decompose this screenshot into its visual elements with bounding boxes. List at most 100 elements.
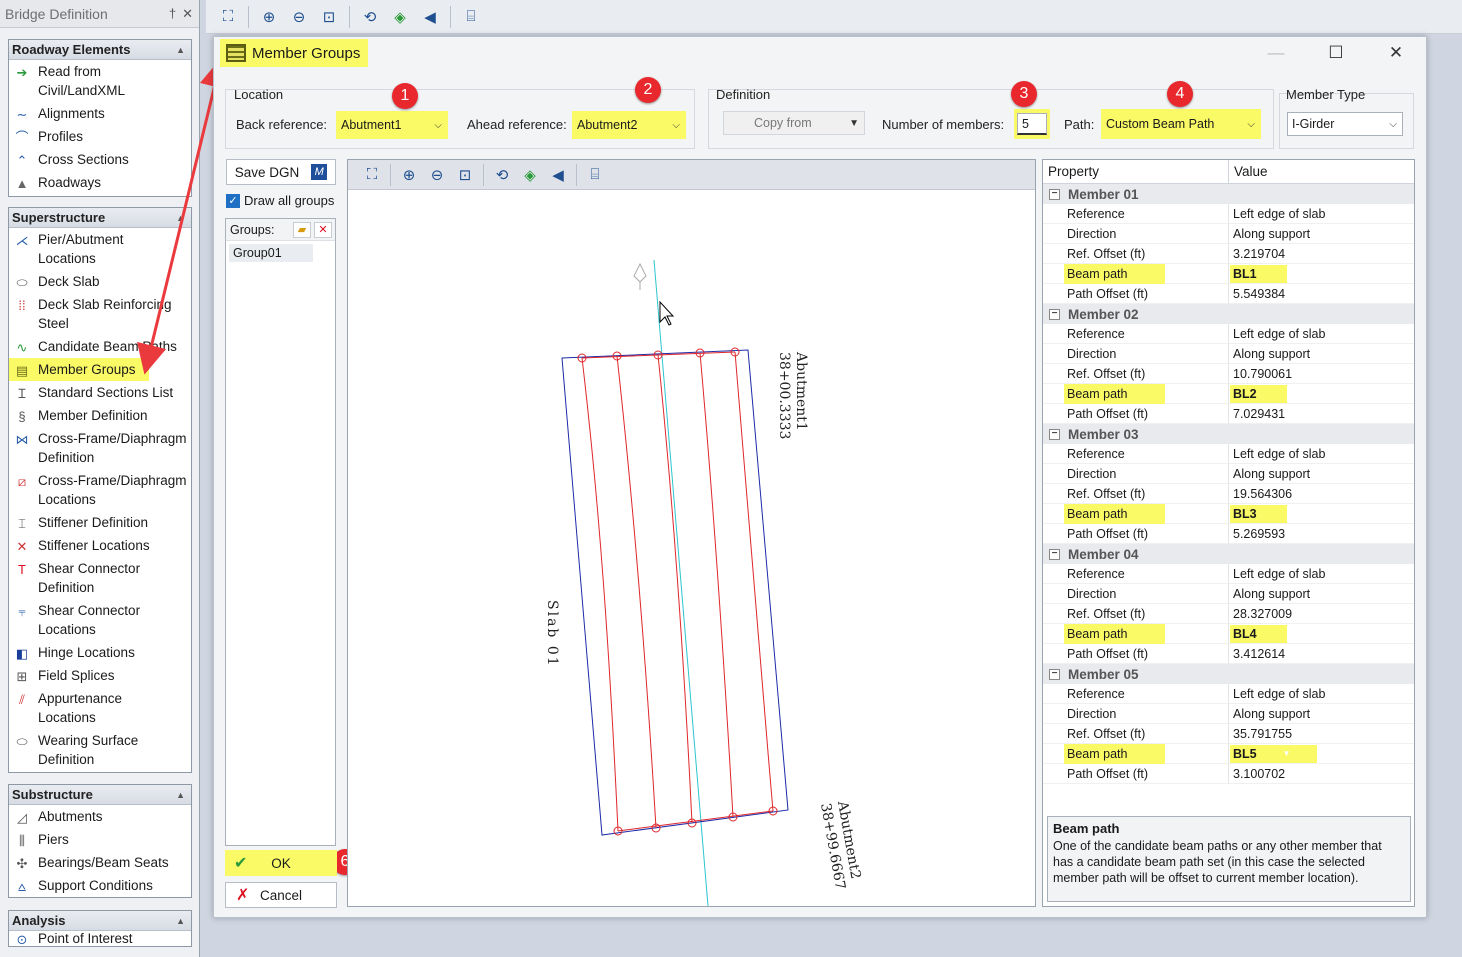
view-cube-icon[interactable]: ◈ [518, 163, 542, 187]
property-name: Path Offset (ft) [1067, 286, 1149, 301]
property-name: Ref. Offset (ft) [1067, 366, 1146, 381]
property-row-beam-path[interactable]: Beam path BL3 [1043, 503, 1414, 524]
zoom-out-icon[interactable]: ⊖ [425, 163, 449, 187]
ahead-reference-label: Ahead reference: [467, 117, 567, 132]
list-item[interactable]: Group01 [229, 244, 313, 262]
delete-group-icon[interactable]: ✕ [314, 221, 332, 238]
property-row-beam-path[interactable]: Beam path BL1 [1043, 263, 1414, 284]
property-name: Direction [1067, 706, 1117, 721]
property-value: Left edge of slab [1233, 326, 1326, 341]
property-value: 28.327009 [1233, 606, 1293, 621]
property-row-reference[interactable]: Reference Left edge of slab [1043, 564, 1414, 584]
property-name: Ref. Offset (ft) [1067, 726, 1146, 741]
property-row-path-offset[interactable]: Path Offset (ft) 5.549384 [1043, 284, 1414, 304]
property-row-ref-offset[interactable]: Ref. Offset (ft) 19.564306 [1043, 484, 1414, 504]
number-of-members-input[interactable]: 5 [1014, 109, 1050, 139]
annotation-arrow [136, 57, 230, 375]
description-title: Beam path [1053, 821, 1120, 836]
property-group-header[interactable]: − Member 03 [1043, 424, 1414, 444]
property-row-direction[interactable]: Direction Along support [1043, 224, 1414, 244]
property-name: Beam path [1064, 743, 1166, 764]
zoom-in-icon[interactable]: ⊕ [397, 163, 421, 187]
ok-button[interactable]: ✔ OK [225, 850, 337, 876]
close-button[interactable]: ✕ [1366, 43, 1426, 63]
property-value: BL4 [1230, 624, 1287, 643]
property-group-header[interactable]: − Member 01 [1043, 184, 1414, 204]
property-value: 5.549384 [1233, 286, 1286, 301]
path-select[interactable]: Custom Beam Path ⌵ [1101, 109, 1261, 139]
property-row-ref-offset[interactable]: Ref. Offset (ft) 28.327009 [1043, 604, 1414, 624]
property-group-header[interactable]: − Member 05 [1043, 664, 1414, 684]
property-value: Along support [1233, 466, 1311, 481]
dialog-title: Member Groups [220, 39, 369, 67]
value-column-header: Value [1228, 160, 1414, 183]
property-name: Direction [1067, 466, 1117, 481]
property-row-direction[interactable]: Direction Along support [1043, 464, 1414, 484]
draw-all-groups-label: Draw all groups [244, 193, 335, 208]
property-name: Beam path [1064, 383, 1166, 404]
collapse-minus-icon[interactable]: − [1049, 308, 1060, 320]
property-row-reference[interactable]: Reference Left edge of slab [1043, 444, 1414, 464]
property-value: 10.790061 [1233, 366, 1293, 381]
camera-icon[interactable]: ◀ [546, 163, 570, 187]
property-row-reference[interactable]: Reference Left edge of slab [1043, 684, 1414, 704]
property-value: Left edge of slab [1233, 566, 1326, 581]
collapse-minus-icon[interactable]: − [1049, 668, 1060, 680]
collapse-minus-icon[interactable]: − [1049, 548, 1060, 560]
property-value: Along support [1233, 226, 1311, 241]
property-row-path-offset[interactable]: Path Offset (ft) 3.412614 [1043, 644, 1414, 664]
measure-icon[interactable]: ⌸ [583, 163, 607, 187]
property-row-reference[interactable]: Reference Left edge of slab [1043, 324, 1414, 344]
ahead-reference-select[interactable]: Abutment2 ⌵ [572, 111, 686, 139]
member-name: Member 05 [1068, 666, 1139, 682]
property-row-path-offset[interactable]: Path Offset (ft) 7.029431 [1043, 404, 1414, 424]
property-group-header[interactable]: − Member 04 [1043, 544, 1414, 564]
checkmark-icon: ✓ [226, 193, 240, 208]
abutment1-label: Abutment1 [793, 351, 809, 431]
property-name: Direction [1067, 226, 1117, 241]
girder-line-4 [699, 352, 734, 818]
property-value: Along support [1233, 706, 1311, 721]
microstation-icon: M [311, 164, 328, 180]
collapse-minus-icon[interactable]: − [1049, 428, 1060, 440]
property-row-beam-path[interactable]: Beam path BL2 [1043, 383, 1414, 404]
property-row-beam-path[interactable]: Beam path BL4 [1043, 623, 1414, 644]
cancel-x-icon: ✗ [236, 887, 250, 904]
description-text: One of the candidate beam paths or any o… [1053, 839, 1382, 885]
rotate-view-icon[interactable]: ⟲ [490, 163, 514, 187]
new-group-folder-icon[interactable]: ▰ [293, 221, 311, 238]
property-row-ref-offset[interactable]: Ref. Offset (ft) 3.219704 [1043, 244, 1414, 264]
property-row-ref-offset[interactable]: Ref. Offset (ft) 35.791755 [1043, 724, 1414, 744]
minimize-button[interactable]: — [1246, 43, 1306, 63]
zoom-window-icon[interactable]: ⊡ [453, 163, 477, 187]
toolbar-separator [390, 163, 391, 186]
member-type-select[interactable]: I-Girder ⌵ [1287, 112, 1403, 136]
member-groups-dialog: Member Groups — ☐ ✕ Location Back refere… [213, 36, 1427, 918]
dropdown-arrow-icon[interactable]: ▼ [1283, 744, 1317, 763]
property-row-path-offset[interactable]: Path Offset (ft) 5.269593 [1043, 524, 1414, 544]
property-value: BL2 [1230, 384, 1287, 403]
member-name: Member 03 [1068, 426, 1139, 442]
back-reference-select[interactable]: Abutment1 ⌵ [336, 111, 448, 139]
member-name: Member 02 [1068, 306, 1139, 322]
property-row-direction[interactable]: Direction Along support [1043, 584, 1414, 604]
chevron-down-icon: ⌵ [1389, 118, 1397, 130]
property-name: Reference [1067, 206, 1125, 221]
property-group-header[interactable]: − Member 02 [1043, 304, 1414, 324]
cancel-button[interactable]: ✗ Cancel [225, 882, 337, 908]
property-row-reference[interactable]: Reference Left edge of slab [1043, 204, 1414, 224]
draw-all-groups-checkbox[interactable]: ✓ Draw all groups [226, 193, 334, 208]
property-row-direction[interactable]: Direction Along support [1043, 344, 1414, 364]
dialog-title-bar: Member Groups — ☐ ✕ [214, 37, 1426, 69]
maximize-button[interactable]: ☐ [1306, 43, 1366, 63]
drawing-canvas[interactable]: ⛶ ⊕ ⊖ ⊡ ⟲ ◈ ◀ ⌸ Abutment1 38+00.3333 Sla… [347, 159, 1036, 907]
property-row-direction[interactable]: Direction Along support [1043, 704, 1414, 724]
property-row-ref-offset[interactable]: Ref. Offset (ft) 10.790061 [1043, 364, 1414, 384]
fit-view-icon[interactable]: ⛶ [360, 163, 384, 187]
collapse-minus-icon[interactable]: − [1049, 188, 1060, 200]
mouse-cursor-icon [659, 300, 675, 326]
copy-from-select[interactable]: Copy from ▼ [723, 111, 865, 135]
save-dgn-button[interactable]: Save DGN M [226, 159, 336, 185]
property-row-path-offset[interactable]: Path Offset (ft) 3.100702 [1043, 764, 1414, 784]
property-row-beam-path[interactable]: Beam path BL5 ▼ [1043, 743, 1414, 764]
